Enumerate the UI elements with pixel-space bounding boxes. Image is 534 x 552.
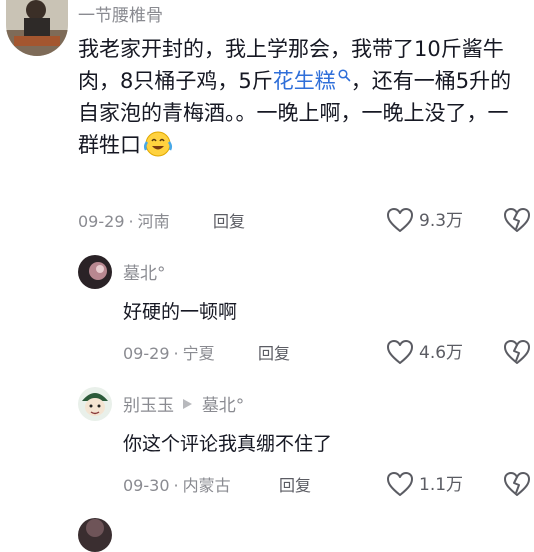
broken-heart-icon[interactable] bbox=[503, 471, 531, 497]
reply-date: 09-29 bbox=[123, 344, 170, 363]
search-link-huashenggao[interactable]: 花生糕 bbox=[273, 69, 351, 93]
commenter-username[interactable]: 一节腰椎骨 bbox=[78, 6, 163, 26]
replier-username[interactable]: 墓北° bbox=[123, 264, 166, 284]
broken-heart-icon[interactable] bbox=[503, 207, 531, 233]
reply-text: 好硬的一顿啊 bbox=[123, 301, 238, 323]
replier-username: 别玉玉 墓北° bbox=[123, 396, 244, 416]
avatar-next-reply[interactable] bbox=[78, 518, 112, 552]
search-icon[interactable] bbox=[338, 69, 351, 82]
like-count: 4.6万 bbox=[419, 343, 464, 363]
comment-meta: 09-29 · 河南 bbox=[78, 212, 170, 231]
avatar-replier-2[interactable] bbox=[78, 387, 112, 421]
reply-date: 09-30 bbox=[123, 476, 170, 495]
comment-text: 我老家开封的，我上学那会，我带了10斤酱牛肉，8只桶子鸡，5斤花生糕 ，还有一桶5… bbox=[78, 33, 526, 161]
avatar-replier-1[interactable] bbox=[78, 255, 112, 289]
replier-name[interactable]: 别玉玉 bbox=[123, 396, 174, 416]
reply-meta: 09-29 · 宁夏 bbox=[123, 344, 215, 363]
reply-text: 你这个评论我真绷不住了 bbox=[123, 433, 333, 455]
reply-to-username[interactable]: 墓北° bbox=[202, 396, 245, 416]
reply-button[interactable]: 回复 bbox=[213, 212, 245, 232]
reply-location: 宁夏 bbox=[182, 344, 215, 363]
crying-laughing-emoji-icon bbox=[143, 130, 173, 158]
reply-meta: 09-30 · 内蒙古 bbox=[123, 476, 231, 495]
reply-button[interactable]: 回复 bbox=[279, 476, 311, 496]
like-count: 1.1万 bbox=[419, 475, 464, 495]
reply-location: 内蒙古 bbox=[182, 476, 231, 495]
broken-heart-icon[interactable] bbox=[503, 339, 531, 365]
heart-outline-icon[interactable] bbox=[386, 207, 414, 233]
heart-outline-icon[interactable] bbox=[386, 339, 414, 365]
avatar-commenter-1[interactable] bbox=[6, 0, 68, 56]
like-count: 9.3万 bbox=[419, 211, 464, 231]
right-triangle-icon bbox=[182, 398, 193, 410]
comment-date: 09-29 bbox=[78, 212, 125, 231]
comment-location: 河南 bbox=[137, 212, 170, 231]
reply-button[interactable]: 回复 bbox=[258, 344, 290, 364]
search-link-label[interactable]: 花生糕 bbox=[273, 69, 336, 93]
heart-outline-icon[interactable] bbox=[386, 471, 414, 497]
